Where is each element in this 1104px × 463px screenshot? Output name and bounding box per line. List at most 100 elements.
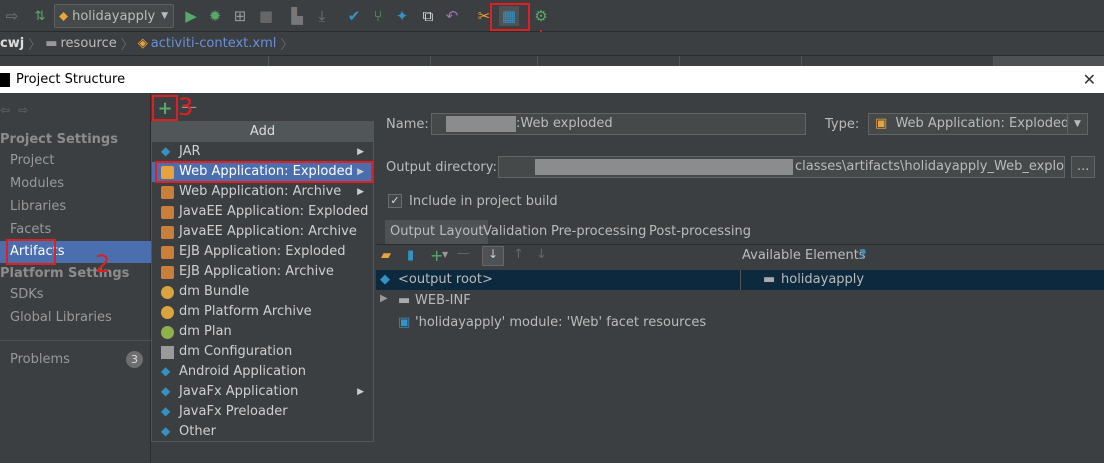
menu-item-label: dm Configuration [179,344,293,359]
menu-item-dm-platform-archive[interactable]: dm Platform Archive [152,302,373,322]
menu-item-other[interactable]: ◆ Other [152,422,373,442]
editor-tab[interactable] [801,56,991,66]
expand-icon[interactable]: ▶ [380,293,388,304]
include-in-build-checkbox[interactable]: ✓ [388,194,402,208]
redacted-area [446,116,516,132]
editor-tab[interactable] [430,56,535,66]
vcs-update-icon[interactable]: ✔ [344,6,364,26]
breadcrumb-file[interactable]: activiti-context.xml [151,36,277,51]
menu-item-ejb-exploded[interactable]: EJB Application: Exploded [152,242,373,262]
jar-icon: ◆ [161,144,171,158]
coverage-icon[interactable]: ⊞ [230,6,250,26]
tab-post-processing[interactable]: Post-processing [644,220,756,244]
menu-item-dm-plan[interactable]: dm Plan [152,322,373,342]
rebuild-icon[interactable]: ⤓ [312,6,332,26]
available-item-holidayapply[interactable]: holidayapply [781,272,864,287]
vcs-commit-icon[interactable]: ⑂ [368,6,388,26]
name-label: Name: [386,117,429,132]
add-artifact-menu: Add ◆ JAR ▶ Web Application: Exploded ▶ … [151,121,374,442]
submenu-arrow-icon: ▶ [357,147,364,157]
javaee-icon [161,206,174,219]
sort-icon[interactable]: ↓ [482,246,504,266]
sdk-icon[interactable]: ⚙ [531,6,551,26]
menu-item-javafx-application[interactable]: ◆ JavaFx Application ▶ [152,382,373,402]
editor-tab[interactable] [679,56,799,66]
include-in-build-label: Include in project build [409,194,558,209]
vcs-history-icon[interactable]: ⧉ [418,6,438,26]
sidebar-item-problems[interactable]: Problems [10,352,70,367]
menu-item-label: EJB Application: Archive [179,264,334,279]
folder-icon[interactable]: ▰ [381,248,391,263]
menu-item-dm-configuration[interactable]: dm Configuration [152,342,373,362]
annotation-highlight-box [490,3,530,31]
breadcrumb-project[interactable]: cwj [0,36,24,51]
editor-tab-strip [0,56,1104,66]
editor-tab[interactable] [537,56,677,66]
tree-item-web-inf[interactable]: WEB-INF [415,293,471,308]
archive-icon[interactable]: ▮ [407,248,414,263]
remove-icon[interactable]: — [457,246,470,261]
vcs-compare-icon[interactable]: ✦ [392,6,412,26]
xml-file-icon: ◈ [137,36,148,51]
menu-item-javaee-archive[interactable]: JavaEE Application: Archive [152,222,373,242]
app-icon [0,72,10,87]
build-artifacts-icon[interactable]: ▙ [287,6,307,26]
tree-item-web-facet-resources[interactable]: 'holidayapply' module: 'Web' facet resou… [415,315,706,330]
menu-item-javafx-preloader[interactable]: ◆ JavaFx Preloader [152,402,373,422]
menu-item-ejb-archive[interactable]: EJB Application: Archive [152,262,373,282]
menu-item-jar[interactable]: ◆ JAR ▶ [152,142,373,162]
dm-platform-icon [161,306,174,319]
menu-item-javaee-exploded[interactable]: JavaEE Application: Exploded [152,202,373,222]
other-icon: ◆ [161,424,171,438]
run-configuration-select[interactable]: ⬥ holidayapply ▼ [54,4,174,28]
separator-icon: 〉 [280,38,294,53]
menu-item-label: dm Plan [179,324,232,339]
debug-icon[interactable]: ✹ [205,6,225,26]
back-icon[interactable]: ⇦ [0,103,10,117]
browse-button[interactable]: ... [1071,156,1095,178]
sidebar-item-project[interactable]: Project [10,153,54,168]
sidebar-item-facets[interactable]: Facets [10,222,51,237]
artifact-name-field[interactable]: :Web exploded [431,113,806,135]
run-config-label: holidayapply [72,8,156,24]
sidebar-item-global-libraries[interactable]: Global Libraries [10,310,112,325]
close-icon[interactable]: ✕ [1083,70,1096,89]
ejb-icon [161,246,174,259]
tab-pre-processing[interactable]: Pre-processing [546,220,651,244]
forward-icon[interactable]: ⇨ [18,103,28,117]
artifact-name-value: :Web exploded [516,116,613,131]
menu-item-web-application-archive[interactable]: Web Application: Archive ▶ [152,182,373,202]
run-icon[interactable]: ▶ [181,6,201,26]
web-app-icon [161,186,174,199]
tree-item-output-root[interactable]: <output root> [398,272,493,287]
help-icon[interactable]: ? [859,248,867,263]
build-project-icon[interactable]: ⇅ [30,6,50,26]
sidebar-item-modules[interactable]: Modules [10,176,64,191]
breadcrumb-folder[interactable]: resource [60,36,116,51]
submenu-arrow-icon: ▶ [357,187,364,197]
output-directory-field[interactable]: classes\artifacts\holidayapply_Web_explo… [498,156,1065,178]
menu-item-label: Web Application: Archive [179,184,342,199]
editor-tab[interactable] [268,56,428,66]
menu-item-android-application[interactable]: ◆ Android Application [152,362,373,382]
move-down-icon[interactable]: ↓ [536,247,547,262]
tab-output-layout[interactable]: Output Layout [385,220,489,244]
tab-validation[interactable]: Validation [478,220,552,244]
chevron-down-icon: ▼ [1067,114,1087,134]
back-arrow-icon[interactable]: ⇨ [2,6,22,26]
revert-icon[interactable]: ↶ [442,6,462,26]
javafx-icon: ◆ [161,384,171,398]
annotation-box-add [152,95,178,121]
separator-icon: 〉 [120,38,134,53]
folder-icon: ▬ [398,293,411,308]
sidebar-item-sdks[interactable]: SDKs [10,287,44,302]
move-up-icon[interactable]: ↑ [513,247,524,262]
menu-item-dm-bundle[interactable]: dm Bundle [152,282,373,302]
menu-item-label: Android Application [179,364,307,379]
stop-icon[interactable]: ■ [256,6,276,26]
menu-item-label: Other [179,424,216,439]
folder-icon: ▬ [45,36,58,51]
sidebar-item-libraries[interactable]: Libraries [10,199,66,214]
editor-tab[interactable] [993,56,1104,66]
artifact-type-select[interactable]: ▣ Web Application: Exploded ▼ [868,113,1088,135]
